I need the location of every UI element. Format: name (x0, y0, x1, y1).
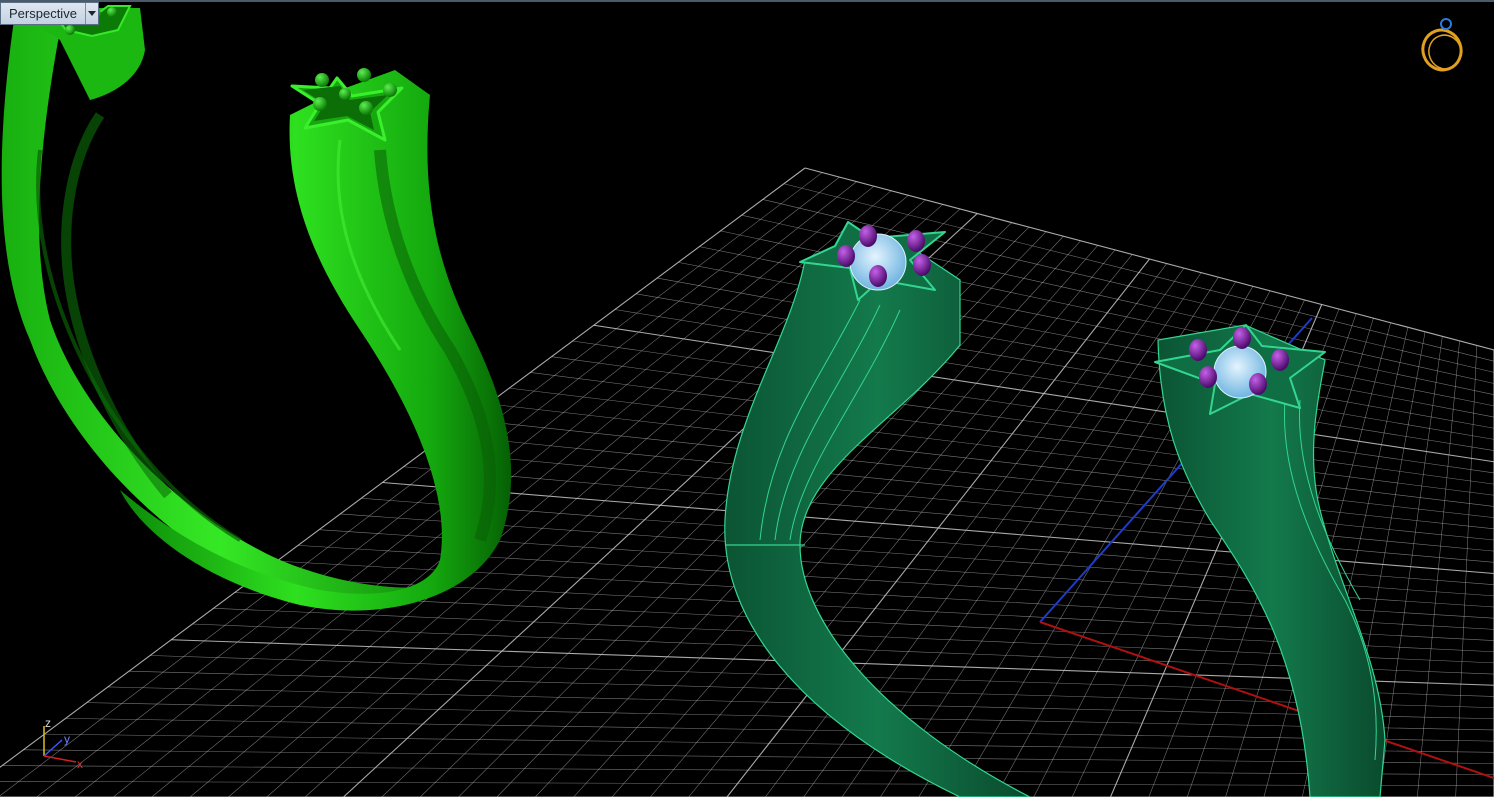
grid-line (1378, 336, 1443, 797)
grid-line (86, 702, 1494, 731)
viewport-title-label[interactable]: Perspective (1, 3, 85, 24)
grid-line (44, 733, 1494, 753)
y-axis-label: y (64, 732, 70, 746)
z-axis-label: z (45, 716, 51, 730)
shaded-ring-middle[interactable] (724, 221, 1031, 797)
grid-line (0, 781, 1494, 787)
chevron-down-icon[interactable] (84, 3, 98, 24)
x-axis-label: x (77, 757, 83, 771)
grid-line (23, 749, 1494, 764)
perspective-viewport[interactable]: Perspective z y x (0, 0, 1494, 797)
viewport-title-tab[interactable]: Perspective (0, 2, 99, 25)
ring-rotate-icon[interactable] (1418, 14, 1468, 74)
x-axis-line (1039, 621, 1494, 779)
world-axes-icon: z y x (43, 716, 83, 771)
grid-line (65, 718, 1494, 742)
viewport-top-border (0, 0, 1494, 2)
grid-line (2, 765, 1494, 775)
shaded-ring-right[interactable] (1154, 324, 1386, 797)
scene-3d[interactable] (0, 0, 1494, 797)
grid-line (1417, 340, 1460, 797)
